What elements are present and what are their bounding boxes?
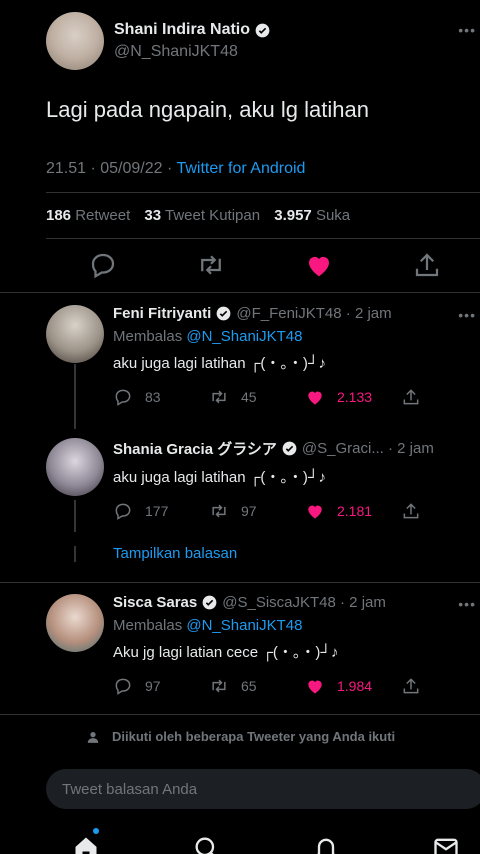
reply-text: Aku jg lagi latian cece ┌(・。・)┘♪ <box>113 644 339 661</box>
tweet-source[interactable]: Twitter for Android <box>176 160 305 177</box>
like-count[interactable]: 3.957 <box>274 207 312 224</box>
reply-text: aku juga lagi latihan ┌(・。・)┘♪ <box>113 469 327 486</box>
reply-composer[interactable] <box>46 769 480 809</box>
tweet-stats: 186 Retweet 33 Tweet Kutipan 3.957 Suka <box>46 207 360 224</box>
reply-icon <box>115 389 131 406</box>
home-notification-dot <box>93 828 99 834</box>
tweet-meta: 21.51 · 05/09/22 · Twitter for Android <box>46 160 305 178</box>
like-count: 1.984 <box>337 678 373 694</box>
share-action[interactable] <box>401 501 421 521</box>
divider <box>0 292 480 293</box>
messages-icon[interactable] <box>432 834 460 854</box>
reply-handle-time: @S_Graci... · 2 jam <box>301 440 434 457</box>
retweet-count[interactable]: 186 <box>46 207 71 224</box>
retweet-count: 97 <box>241 503 257 519</box>
person-icon <box>87 731 99 743</box>
verified-badge-icon <box>282 441 297 456</box>
retweet-count: 65 <box>241 678 257 694</box>
reply-author-name[interactable]: Sisca Saras <box>113 594 197 611</box>
home-icon[interactable] <box>72 834 100 854</box>
followed-notice-text: Diikuti oleh beberapa Tweeter yang Anda … <box>112 729 396 744</box>
replying-to-label: Membalas <box>113 617 187 634</box>
like-icon-filled[interactable] <box>304 250 334 280</box>
reply-action[interactable]: 97 <box>113 676 161 696</box>
tweet-text: Lagi pada ngapain, aku lg latihan <box>46 97 369 122</box>
reply-icon <box>115 678 131 695</box>
search-icon[interactable] <box>192 834 220 854</box>
reply-count: 97 <box>145 678 161 694</box>
verified-badge-icon <box>216 306 231 321</box>
share-action[interactable] <box>401 676 421 696</box>
retweet-icon <box>212 504 226 518</box>
replying-to-handle[interactable]: @N_ShaniJKT48 <box>186 617 302 634</box>
like-icon-filled <box>308 391 322 405</box>
reply-icon <box>115 503 131 520</box>
like-label[interactable]: Suka <box>316 207 350 224</box>
reply-text: aku juga lagi latihan ┌(・。・)┘♪ <box>113 355 327 372</box>
divider <box>0 714 480 715</box>
share-action[interactable] <box>401 387 421 407</box>
divider <box>46 238 480 239</box>
verified-badge-icon <box>255 23 270 37</box>
reply-handle-time: @F_FeniJKT48 · 2 jam <box>236 305 392 322</box>
share-icon <box>403 678 419 694</box>
reply-icon[interactable] <box>88 250 118 280</box>
quote-count[interactable]: 33 <box>144 207 161 224</box>
notifications-icon[interactable] <box>312 834 340 854</box>
divider <box>46 192 480 193</box>
more-icon[interactable]: ••• <box>458 596 476 612</box>
divider <box>0 582 480 583</box>
like-action[interactable]: 1.984 <box>305 676 372 696</box>
tweet-action-bar <box>0 250 480 282</box>
like-action[interactable]: 2.133 <box>305 387 372 407</box>
avatar[interactable] <box>46 438 104 496</box>
reply-count: 83 <box>145 389 161 405</box>
retweet-icon[interactable] <box>196 250 226 280</box>
tweet-timestamp: 21.51 · 05/09/22 · <box>46 160 177 177</box>
thread-connector <box>74 500 76 532</box>
verified-badge-icon <box>202 595 217 610</box>
show-replies-link[interactable]: Tampilkan balasan <box>113 545 237 562</box>
avatar[interactable] <box>46 305 104 363</box>
more-icon[interactable]: ••• <box>458 22 476 38</box>
share-icon <box>403 503 419 519</box>
reply-count: 177 <box>145 503 169 519</box>
retweet-action[interactable]: 65 <box>209 676 257 696</box>
author-handle[interactable]: @N_ShaniJKT48 <box>114 43 270 61</box>
author-name[interactable]: Shani Indira Natio <box>114 21 250 39</box>
followed-notice: Diikuti oleh beberapa Tweeter yang Anda … <box>86 729 395 744</box>
reply-action[interactable]: 83 <box>113 387 161 407</box>
replying-to-handle[interactable]: @N_ShaniJKT48 <box>186 328 302 345</box>
more-icon[interactable]: ••• <box>458 307 476 323</box>
reply-input[interactable] <box>46 769 480 809</box>
bottom-nav <box>0 824 480 854</box>
retweet-action[interactable]: 97 <box>209 501 257 521</box>
like-count: 2.181 <box>337 503 373 519</box>
avatar[interactable] <box>46 594 104 652</box>
like-count: 2.133 <box>337 389 373 405</box>
replying-to-label: Membalas <box>113 328 187 345</box>
reply-action[interactable]: 177 <box>113 501 168 521</box>
quote-label[interactable]: Tweet Kutipan <box>165 207 260 224</box>
reply-author-name[interactable]: Shania Gracia グラシア <box>113 438 277 459</box>
like-icon-filled <box>308 680 322 694</box>
thread-connector <box>74 364 76 429</box>
retweet-action[interactable]: 45 <box>209 387 257 407</box>
like-icon-filled <box>308 505 322 519</box>
reply-handle-time: @S_SiscaJKT48 · 2 jam <box>222 594 386 611</box>
retweet-count: 45 <box>241 389 257 405</box>
retweet-label[interactable]: Retweet <box>75 207 130 224</box>
thread-connector <box>74 546 76 562</box>
reply-author-name[interactable]: Feni Fitriyanti <box>113 305 211 322</box>
like-action[interactable]: 2.181 <box>305 501 372 521</box>
share-icon[interactable] <box>412 250 442 280</box>
share-icon <box>403 389 419 405</box>
retweet-icon <box>212 390 226 404</box>
main-tweet-header: Shani Indira Natio @N_ShaniJKT48 <box>46 12 270 70</box>
retweet-icon <box>212 679 226 693</box>
author-avatar[interactable] <box>46 12 104 70</box>
